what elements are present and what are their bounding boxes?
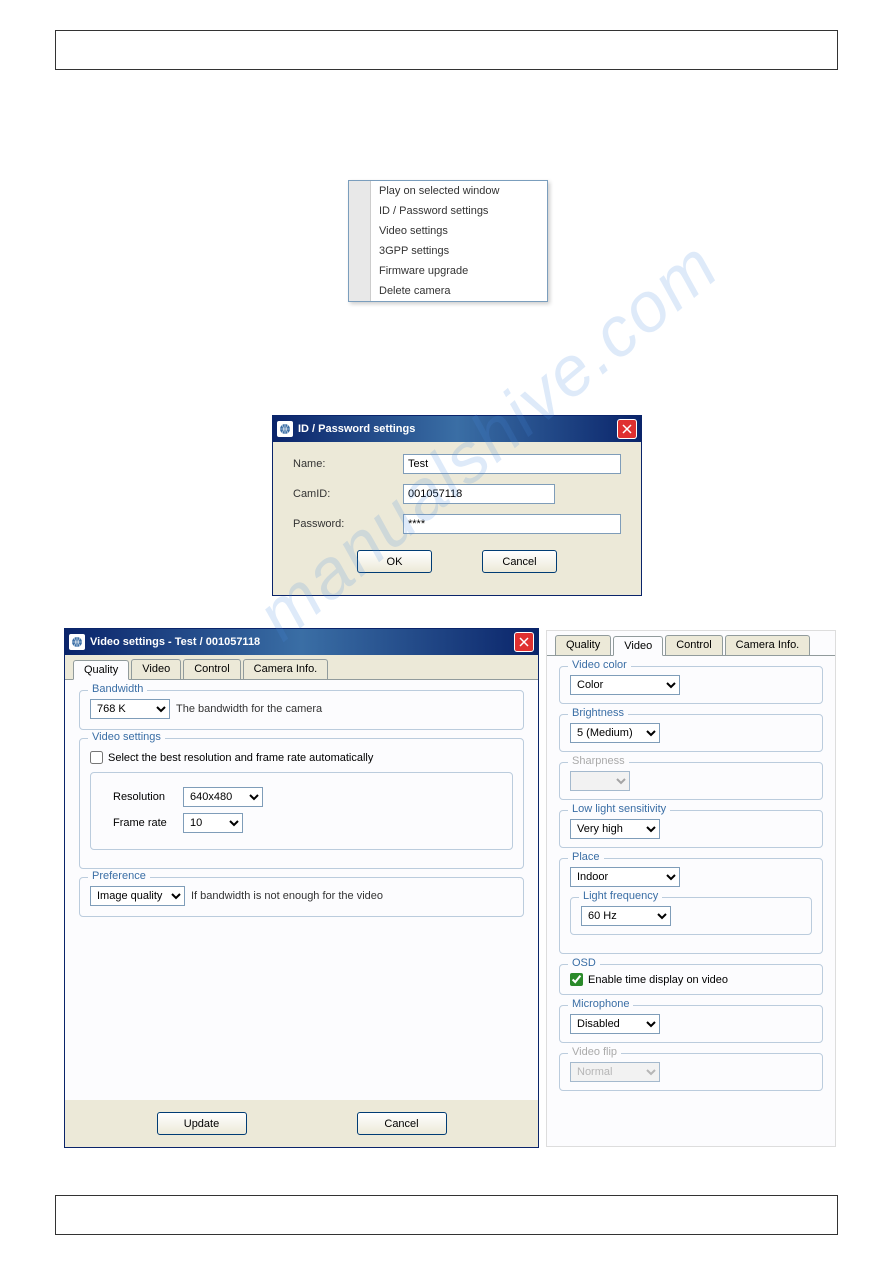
bandwidth-group: Bandwidth 768 K The bandwidth for the ca… — [79, 690, 524, 730]
osd-checkbox[interactable] — [570, 973, 583, 986]
brightness-legend: Brightness — [568, 707, 628, 719]
cancel-button[interactable]: Cancel — [357, 1112, 447, 1135]
update-button[interactable]: Update — [157, 1112, 247, 1135]
close-button[interactable] — [617, 419, 637, 439]
light-frequency-legend: Light frequency — [579, 890, 662, 902]
sharpness-select — [570, 771, 630, 791]
video-color-select[interactable]: Color — [570, 675, 680, 695]
menu-item-play-selected[interactable]: Play on selected window — [349, 181, 547, 201]
password-input[interactable] — [403, 514, 621, 534]
auto-resolution-label: Select the best resolution and frame rat… — [108, 752, 373, 764]
tab-video[interactable]: Video — [131, 659, 181, 679]
tab-camera-info[interactable]: Camera Info. — [725, 635, 811, 655]
close-button[interactable] — [514, 632, 534, 652]
context-menu: Play on selected window ID / Password se… — [348, 180, 548, 302]
tab-quality[interactable]: Quality — [555, 635, 611, 655]
tab-quality[interactable]: Quality — [73, 660, 129, 680]
place-select[interactable]: Indoor — [570, 867, 680, 887]
close-icon — [622, 424, 632, 434]
video-settings-group: Video settings Select the best resolutio… — [79, 738, 524, 869]
resolution-select[interactable]: 640x480 — [183, 787, 263, 807]
page-footer-border — [55, 1195, 838, 1235]
tab-strip: Quality Video Control Camera Info. — [547, 631, 835, 656]
video-tab-panel: Quality Video Control Camera Info. Video… — [546, 630, 836, 1147]
low-light-legend: Low light sensitivity — [568, 803, 670, 815]
password-label: Password: — [293, 518, 403, 530]
sharpness-legend: Sharpness — [568, 755, 629, 767]
place-legend: Place — [568, 851, 604, 863]
menu-item-delete-camera[interactable]: Delete camera — [349, 281, 547, 301]
bandwidth-note: The bandwidth for the camera — [176, 703, 322, 715]
tab-control[interactable]: Control — [665, 635, 722, 655]
light-frequency-select[interactable]: 60 Hz — [581, 906, 671, 926]
camid-label: CamID: — [293, 488, 403, 500]
id-password-dialog: ID / Password settings Name: CamID: Pass… — [272, 415, 642, 596]
tab-video[interactable]: Video — [613, 636, 663, 656]
place-group: Place Indoor Light frequency 60 Hz — [559, 858, 823, 954]
preference-select[interactable]: Image quality — [90, 886, 185, 906]
video-flip-legend: Video flip — [568, 1046, 621, 1058]
light-frequency-group: Light frequency 60 Hz — [570, 897, 812, 935]
osd-checkbox-label: Enable time display on video — [588, 974, 728, 986]
sharpness-group: Sharpness — [559, 762, 823, 800]
preference-group: Preference Image quality If bandwidth is… — [79, 877, 524, 917]
video-settings-legend: Video settings — [88, 731, 165, 743]
titlebar[interactable]: ID / Password settings — [273, 416, 641, 442]
preference-legend: Preference — [88, 870, 150, 882]
microphone-legend: Microphone — [568, 998, 633, 1010]
auto-resolution-checkbox[interactable] — [90, 751, 103, 764]
osd-group: OSD Enable time display on video — [559, 964, 823, 995]
preference-note: If bandwidth is not enough for the video — [191, 890, 383, 902]
bandwidth-select[interactable]: 768 K — [90, 699, 170, 719]
close-icon — [519, 637, 529, 647]
titlebar[interactable]: Video settings - Test / 001057118 — [65, 629, 538, 655]
framerate-label: Frame rate — [113, 817, 183, 829]
cancel-button[interactable]: Cancel — [482, 550, 557, 573]
brightness-group: Brightness 5 (Medium) — [559, 714, 823, 752]
low-light-select[interactable]: Very high — [570, 819, 660, 839]
app-icon — [277, 421, 293, 437]
menu-item-firmware[interactable]: Firmware upgrade — [349, 261, 547, 281]
resolution-label: Resolution — [113, 791, 183, 803]
camid-input[interactable] — [403, 484, 555, 504]
dialog-title: ID / Password settings — [298, 423, 617, 435]
microphone-group: Microphone Disabled — [559, 1005, 823, 1043]
video-color-group: Video color Color — [559, 666, 823, 704]
menu-item-video-settings[interactable]: Video settings — [349, 221, 547, 241]
dialog-title: Video settings - Test / 001057118 — [90, 636, 514, 648]
menu-item-3gpp[interactable]: 3GPP settings — [349, 241, 547, 261]
video-flip-group: Video flip Normal — [559, 1053, 823, 1091]
low-light-group: Low light sensitivity Very high — [559, 810, 823, 848]
menu-item-id-password[interactable]: ID / Password settings — [349, 201, 547, 221]
app-icon — [69, 634, 85, 650]
page-header-border — [55, 30, 838, 70]
name-input[interactable] — [403, 454, 621, 474]
video-color-legend: Video color — [568, 659, 631, 671]
ok-button[interactable]: OK — [357, 550, 432, 573]
tab-camera-info[interactable]: Camera Info. — [243, 659, 329, 679]
video-flip-select: Normal — [570, 1062, 660, 1082]
video-settings-dialog: Video settings - Test / 001057118 Qualit… — [64, 628, 539, 1148]
framerate-select[interactable]: 10 — [183, 813, 243, 833]
microphone-select[interactable]: Disabled — [570, 1014, 660, 1034]
brightness-select[interactable]: 5 (Medium) — [570, 723, 660, 743]
tab-control[interactable]: Control — [183, 659, 240, 679]
name-label: Name: — [293, 458, 403, 470]
resolution-framerate-group: Resolution 640x480 Frame rate 10 — [90, 772, 513, 850]
tab-strip: Quality Video Control Camera Info. — [65, 655, 538, 680]
osd-legend: OSD — [568, 957, 600, 969]
bandwidth-legend: Bandwidth — [88, 683, 147, 695]
